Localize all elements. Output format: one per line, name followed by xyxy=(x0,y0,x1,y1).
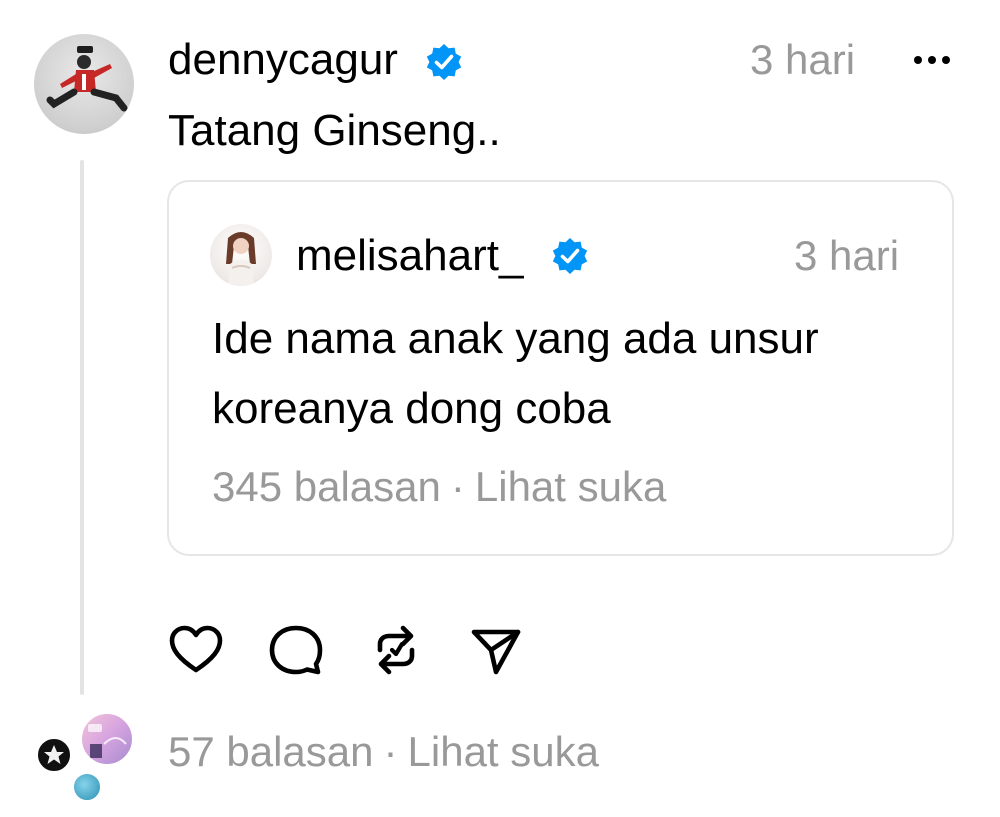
reply-avatar[interactable] xyxy=(72,772,102,802)
reply-avatar-image xyxy=(88,724,127,758)
likes-link[interactable]: Lihat suka xyxy=(408,728,599,775)
reply-avatar[interactable] xyxy=(80,712,134,766)
quoted-text: Ide nama anak yang ada unsur koreanya do… xyxy=(212,314,819,433)
quoted-likes-link[interactable]: Lihat suka xyxy=(475,463,666,510)
verified-badge-icon xyxy=(424,42,464,82)
reply-avatar-image xyxy=(44,745,64,764)
quoted-username[interactable]: melisahart_ xyxy=(296,228,523,284)
thread-line xyxy=(80,160,84,695)
more-icon[interactable] xyxy=(908,40,956,80)
post-username[interactable]: dennycagur xyxy=(168,32,398,88)
avatar-image xyxy=(46,46,128,112)
post-timestamp: 3 hari xyxy=(750,36,856,83)
post-text: Tatang Ginseng.. xyxy=(168,106,501,155)
verified-badge-icon xyxy=(550,236,590,276)
meta-separator: · xyxy=(450,463,465,510)
avatar[interactable] xyxy=(34,34,134,134)
quoted-avatar-image xyxy=(226,232,256,286)
quoted-replies-link[interactable]: 345 balasan xyxy=(212,463,441,510)
replies-link[interactable]: 57 balasan xyxy=(168,728,374,775)
repost-icon[interactable] xyxy=(366,620,426,680)
comment-icon[interactable] xyxy=(266,620,326,680)
post-meta: 57 balasan · Lihat suka xyxy=(168,726,599,778)
quoted-avatar[interactable] xyxy=(210,224,272,286)
quoted-timestamp: 3 hari xyxy=(794,232,900,279)
reply-avatar[interactable] xyxy=(36,737,72,773)
heart-icon[interactable] xyxy=(166,620,226,680)
quoted-meta: 345 balasan · Lihat suka xyxy=(212,462,666,512)
share-icon[interactable] xyxy=(466,620,526,680)
meta-separator: · xyxy=(383,728,398,775)
